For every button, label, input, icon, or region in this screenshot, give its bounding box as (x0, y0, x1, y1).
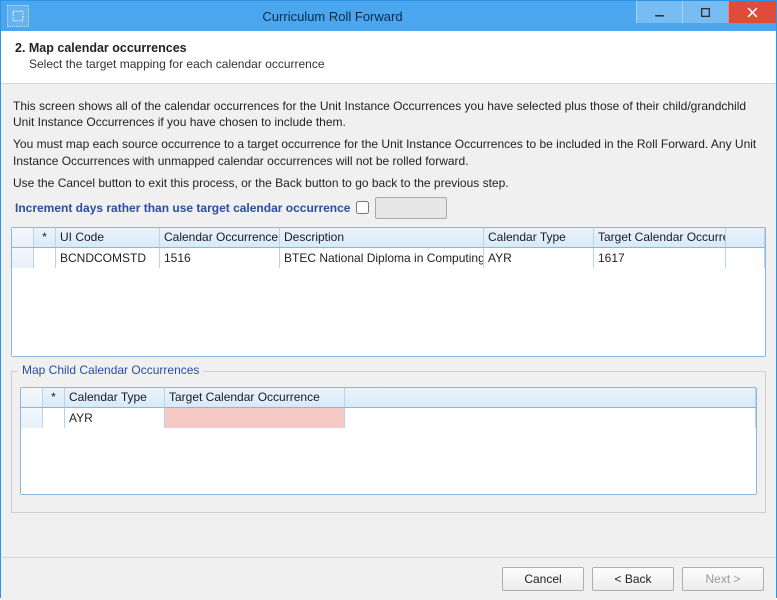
col-star[interactable]: * (43, 388, 65, 407)
info-paragraph-1: This screen shows all of the calendar oc… (13, 98, 764, 130)
window-title: Curriculum Roll Forward (29, 9, 636, 24)
increment-days-label: Increment days rather than use target ca… (15, 201, 350, 215)
info-paragraph-2: You must map each source occurrence to a… (13, 136, 764, 168)
child-grid[interactable]: * Calendar Type Target Calendar Occurren… (20, 387, 757, 495)
col-description[interactable]: Description (280, 228, 484, 247)
cell-description[interactable]: BTEC National Diploma in Computing (280, 248, 484, 268)
col-calendar-occurrence[interactable]: Calendar Occurrence (160, 228, 280, 247)
maximize-button[interactable] (682, 1, 728, 23)
cell-target[interactable] (165, 408, 345, 428)
back-button[interactable]: < Back (592, 567, 674, 591)
col-spacer (726, 228, 765, 247)
table-row[interactable]: BCNDCOMSTD 1516 BTEC National Diploma in… (12, 248, 765, 268)
col-target-occurrence[interactable]: Target Calendar Occurrence (594, 228, 726, 247)
info-paragraph-3: Use the Cancel button to exit this proce… (13, 175, 764, 191)
col-star[interactable]: * (34, 228, 56, 247)
close-button[interactable] (728, 1, 776, 23)
cell-star (34, 248, 56, 268)
child-occurrences-group: Map Child Calendar Occurrences * Calenda… (11, 371, 766, 513)
main-grid-header: * UI Code Calendar Occurrence Descriptio… (12, 228, 765, 248)
minimize-button[interactable] (636, 1, 682, 23)
titlebar: Curriculum Roll Forward (1, 1, 776, 31)
col-spacer (345, 388, 756, 407)
col-calendar-type[interactable]: Calendar Type (484, 228, 594, 247)
row-selector[interactable] (12, 248, 34, 268)
child-grid-header: * Calendar Type Target Calendar Occurren… (21, 388, 756, 408)
main-grid-container: * UI Code Calendar Occurrence Descriptio… (11, 227, 766, 357)
cell-spacer (726, 248, 765, 268)
increment-days-checkbox[interactable] (356, 201, 369, 214)
cell-target[interactable]: 1617 (594, 248, 726, 268)
increment-days-option: Increment days rather than use target ca… (15, 197, 766, 219)
cell-cal-type[interactable]: AYR (65, 408, 165, 428)
col-calendar-type[interactable]: Calendar Type (65, 388, 165, 407)
cell-cal-type[interactable]: AYR (484, 248, 594, 268)
col-ui-code[interactable]: UI Code (56, 228, 160, 247)
table-row[interactable]: AYR (21, 408, 756, 428)
step-subtitle: Select the target mapping for each calen… (29, 57, 762, 71)
cell-cal-occ[interactable]: 1516 (160, 248, 280, 268)
system-menu-icon[interactable] (7, 5, 29, 27)
cancel-button[interactable]: Cancel (502, 567, 584, 591)
next-button: Next > (682, 567, 764, 591)
wizard-footer: Cancel < Back Next > (1, 558, 776, 600)
step-title: 2. Map calendar occurrences (15, 41, 762, 55)
row-selector-header (21, 388, 43, 407)
row-selector[interactable] (21, 408, 43, 428)
cell-ui-code[interactable]: BCNDCOMSTD (56, 248, 160, 268)
window-buttons (636, 1, 776, 31)
main-grid[interactable]: * UI Code Calendar Occurrence Descriptio… (11, 227, 766, 357)
row-selector-header (12, 228, 34, 247)
wizard-header: 2. Map calendar occurrences Select the t… (1, 31, 776, 84)
cell-spacer (345, 408, 756, 428)
child-occurrences-legend: Map Child Calendar Occurrences (18, 363, 203, 377)
wizard-body: This screen shows all of the calendar oc… (1, 84, 776, 558)
increment-days-input[interactable] (375, 197, 447, 219)
col-target-occurrence[interactable]: Target Calendar Occurrence (165, 388, 345, 407)
cell-star (43, 408, 65, 428)
child-grid-container: * Calendar Type Target Calendar Occurren… (20, 387, 757, 495)
